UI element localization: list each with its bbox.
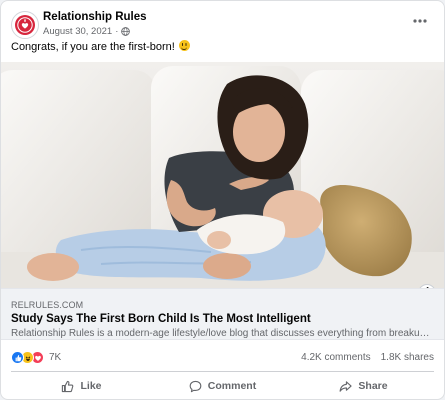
- post-actions: Like Comment Share: [11, 373, 434, 399]
- post-caption: Congrats, if you are the first-born!: [11, 40, 190, 53]
- more-options-icon[interactable]: [410, 11, 430, 31]
- comment-button[interactable]: Comment: [152, 373, 293, 399]
- post-stats: 7K 4.2K comments 1.8K shares: [1, 348, 444, 368]
- link-domain: RELRULES.COM: [11, 300, 84, 310]
- actions-divider: [11, 371, 434, 372]
- comment-label: Comment: [207, 380, 257, 392]
- thumbs-up-icon: [62, 380, 74, 392]
- share-label: Share: [358, 380, 388, 392]
- comments-count[interactable]: 4.2K comments: [301, 352, 370, 363]
- page-name[interactable]: Relationship Rules: [43, 11, 147, 23]
- globe-icon[interactable]: [121, 27, 131, 36]
- post-date[interactable]: August 30, 2021: [43, 26, 112, 37]
- photo-girl-with-baby: [1, 62, 444, 288]
- caption-text: Congrats, if you are the first-born!: [11, 41, 175, 53]
- post-photo[interactable]: [1, 62, 444, 288]
- reactions-count: 7K: [49, 352, 62, 363]
- post-header: Relationship Rules August 30, 2021 ·: [1, 1, 444, 45]
- post-meta: August 30, 2021 ·: [43, 26, 131, 37]
- share-button[interactable]: Share: [293, 373, 434, 399]
- relationship-rules-logo-icon: [15, 15, 35, 35]
- shares-count[interactable]: 1.8K shares: [381, 352, 434, 363]
- comment-icon: [189, 380, 202, 392]
- post-card: Relationship Rules August 30, 2021 · Con…: [0, 0, 445, 400]
- link-title[interactable]: Study Says The First Born Child Is The M…: [11, 313, 311, 325]
- link-preview[interactable]: RELRULES.COM Study Says The First Born C…: [1, 288, 444, 340]
- like-label: Like: [80, 380, 102, 392]
- like-button[interactable]: Like: [11, 373, 152, 399]
- page-avatar[interactable]: [11, 11, 39, 39]
- reactions-summary[interactable]: 7K: [11, 351, 61, 364]
- grinning-face-emoji-icon: [178, 40, 190, 51]
- link-description: Relationship Rules is a modern-age lifes…: [11, 328, 435, 339]
- engagement-counts: 4.2K comments 1.8K shares: [301, 352, 434, 363]
- meta-separator: ·: [115, 26, 119, 37]
- like-reaction-icon: [11, 351, 24, 364]
- share-icon: [339, 380, 353, 392]
